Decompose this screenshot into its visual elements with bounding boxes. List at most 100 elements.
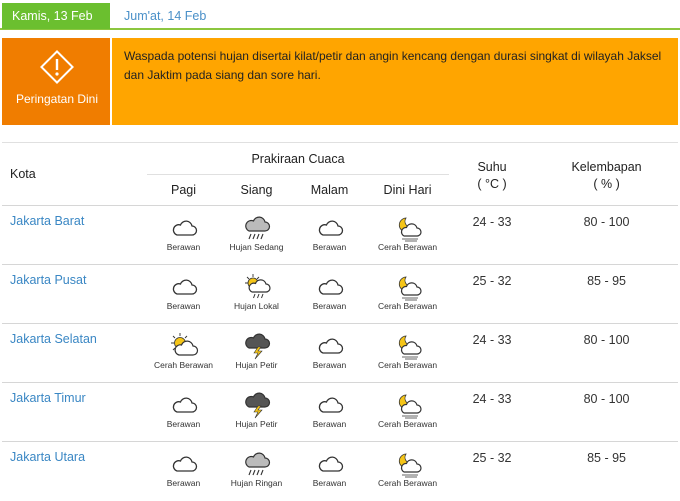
forecast-label: Berawan xyxy=(312,242,347,252)
temperature-value: 25 - 32 xyxy=(472,451,512,465)
forecast-label: Hujan Lokal xyxy=(234,301,279,311)
forecast-label: Berawan xyxy=(312,478,347,488)
forecast-label: Berawan xyxy=(312,360,347,370)
table-row: Jakarta Utara Berawan Hujan Ringan Berawan C… xyxy=(2,442,678,501)
temperature-value: 24 - 33 xyxy=(449,323,536,383)
date-tabs: Kamis, 13 Feb Jum'at, 14 Feb xyxy=(0,0,680,30)
temperature-value: 25 - 32 xyxy=(449,264,536,324)
header-suhu-unit: ( °C ) xyxy=(477,177,507,191)
forecast-cell: Berawan xyxy=(147,442,220,501)
forecast-label: Cerah Berawan xyxy=(377,242,438,252)
cloud-icon xyxy=(318,397,343,413)
header-dini-hari: Dini Hari xyxy=(366,174,450,206)
forecast-label: Cerah Berawan xyxy=(377,301,438,311)
forecast-label: Berawan xyxy=(166,419,201,429)
humidity-value: 85 - 95 xyxy=(587,451,626,465)
header-malam: Malam xyxy=(293,174,366,206)
forecast-cell: Berawan xyxy=(147,205,220,265)
forecast-cell: Berawan xyxy=(147,264,220,324)
forecast-label: Berawan xyxy=(312,301,347,311)
moon-cloud-icon xyxy=(398,217,422,242)
table-row: Jakarta Barat Berawan Hujan Sedang Berawan C… xyxy=(2,205,679,265)
warning-icon xyxy=(40,50,74,84)
cloud-icon xyxy=(172,456,197,472)
humidity-value: 80 - 100 xyxy=(535,323,679,383)
forecast-label: Hujan Ringan xyxy=(230,478,283,488)
forecast-label: Berawan xyxy=(312,419,347,429)
table-row: Jakarta Timur Berawan Hujan Petir Berawan Ce… xyxy=(2,382,679,442)
tab-kamis[interactable]: Kamis, 13 Feb xyxy=(2,3,110,29)
table-row: Jakarta Pusat Berawan Hujan Lokal Berawan Ce… xyxy=(2,264,679,324)
forecast-cell: Cerah Berawan xyxy=(366,205,450,265)
forecast-label: Berawan xyxy=(166,242,201,252)
moon-cloud-icon xyxy=(398,276,422,301)
header-suhu: Suhu ( °C ) xyxy=(449,142,536,206)
forecast-cell: Cerah Berawan xyxy=(366,382,450,442)
forecast-cell: Cerah Berawan xyxy=(147,323,220,383)
forecast-label: Berawan xyxy=(166,478,201,488)
forecast-cell: Cerah Berawan xyxy=(366,323,450,383)
forecast-cell: Berawan xyxy=(293,382,366,442)
city-link[interactable]: Jakarta Timur xyxy=(2,382,147,442)
early-warning-text: Waspada potensi hujan disertai kilat/pet… xyxy=(124,49,662,82)
header-kelembapan: Kelembapan ( % ) xyxy=(535,142,679,206)
forecast-label: Cerah Berawan xyxy=(377,478,438,488)
header-suhu-label: Suhu xyxy=(477,160,507,174)
early-warning-label: Peringatan Dini xyxy=(15,92,99,106)
forecast-cell: Hujan Petir xyxy=(220,382,293,442)
cloud-icon xyxy=(172,220,197,236)
header-pagi: Pagi xyxy=(147,174,220,206)
cloud-icon xyxy=(172,279,197,295)
forecast-label: Hujan Petir xyxy=(235,419,278,429)
temperature-value: 24 - 33 xyxy=(449,205,536,265)
forecast-cell: Berawan xyxy=(293,264,366,324)
humidity-value: 85 - 95 xyxy=(535,264,679,324)
forecast-cell: Hujan Petir xyxy=(220,323,293,383)
forecast-cell: Berawan xyxy=(293,205,366,265)
forecast-label: Berawan xyxy=(166,301,201,311)
humidity-value: 80 - 100 xyxy=(535,382,679,442)
forecast-cell: Hujan Lokal xyxy=(220,264,293,324)
forecast-cell: Berawan xyxy=(147,382,220,442)
moon-cloud-icon xyxy=(398,453,422,478)
early-warning-badge: Peringatan Dini xyxy=(2,38,112,125)
city-link[interactable]: Jakarta Barat xyxy=(2,205,147,265)
forecast-cell: Hujan Ringan xyxy=(220,442,293,501)
forecast-cell: Cerah Berawan xyxy=(366,442,449,501)
early-warning-banner: Peringatan Dini Waspada potensi hujan di… xyxy=(2,38,678,125)
forecast-cell: Berawan xyxy=(293,442,366,501)
forecast-label: Hujan Petir xyxy=(235,360,278,370)
city-link[interactable]: Jakarta Pusat xyxy=(2,264,147,324)
header-prakiraan-cuaca: Prakiraan Cuaca xyxy=(147,142,450,175)
thunder-cloud-icon xyxy=(244,392,270,419)
sun-rain-cloud-icon xyxy=(244,274,271,299)
thunder-cloud-icon xyxy=(244,333,270,360)
header-kelembapan-label: Kelembapan xyxy=(571,160,642,174)
table-row: Jakarta Selatan Cerah Berawan Hujan Petir B… xyxy=(2,323,679,383)
forecast-cell: Hujan Sedang xyxy=(220,205,293,265)
temperature-value: 24 - 33 xyxy=(449,382,536,442)
forecast-label: Hujan Sedang xyxy=(229,242,284,252)
forecast-cell: Cerah Berawan xyxy=(366,264,450,324)
cloud-icon xyxy=(318,220,343,236)
forecast-label: Cerah Berawan xyxy=(153,360,214,370)
sun-cloud-icon xyxy=(170,333,198,356)
rain-cloud-icon xyxy=(244,216,270,240)
forecast-cell: Berawan xyxy=(293,323,366,383)
city-link[interactable]: Jakarta Utara xyxy=(2,442,147,501)
cloud-icon xyxy=(318,338,343,354)
rain-cloud-icon xyxy=(244,452,270,476)
humidity-value: 80 - 100 xyxy=(535,205,679,265)
cloud-icon xyxy=(172,397,197,413)
header-kelembapan-unit: ( % ) xyxy=(593,177,620,191)
tab-jumat[interactable]: Jum'at, 14 Feb xyxy=(114,3,224,29)
moon-cloud-icon xyxy=(398,335,422,360)
header-siang: Siang xyxy=(220,174,293,206)
forecast-label: Cerah Berawan xyxy=(377,419,438,429)
forecast-label: Cerah Berawan xyxy=(377,360,438,370)
city-link[interactable]: Jakarta Selatan xyxy=(2,323,147,383)
moon-cloud-icon xyxy=(398,394,422,419)
cloud-icon xyxy=(318,456,343,472)
header-kota: Kota xyxy=(2,142,147,206)
cloud-icon xyxy=(318,279,343,295)
